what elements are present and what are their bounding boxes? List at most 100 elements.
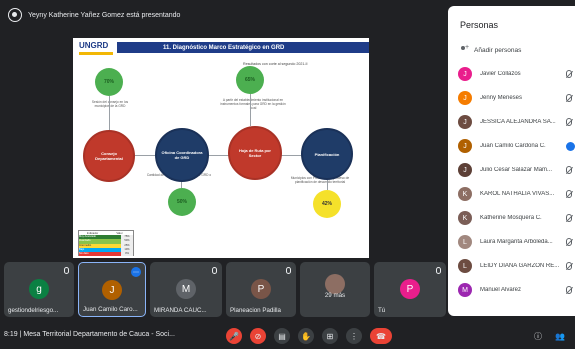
control-bar: 8:19 | Mesa Territorial Departamento de … xyxy=(0,322,575,349)
note-1: Sesión del consejo en los municipios de … xyxy=(91,100,129,108)
more-participants-tile[interactable]: 29 más xyxy=(300,262,370,317)
node-3-label: Hoja de Ruta por Sector xyxy=(238,148,271,158)
slide-header: UNGRD 11. Diagnóstico Marco Estratégico … xyxy=(73,38,369,60)
meet-window: Yeyny Katherine Yañez Gomez está present… xyxy=(0,0,575,349)
more-options-icon[interactable]: ⋯ xyxy=(131,267,141,277)
muted-mic-icon xyxy=(436,267,441,274)
speaking-indicator-icon xyxy=(566,141,575,151)
add-people-button[interactable]: Añadir personas xyxy=(460,44,522,55)
avatar: J xyxy=(458,115,472,129)
participant-tile[interactable]: P Planeacion Padilla xyxy=(226,262,296,317)
person-name: Juan Camilo Cardona C. xyxy=(480,143,546,149)
avatar: K xyxy=(458,211,472,225)
panel-title: Personas xyxy=(460,20,499,30)
person-row[interactable]: J JESSICA ALEJANDRA SA... xyxy=(458,112,575,132)
connector-v4 xyxy=(327,180,328,190)
participant-name: Planeacion Padilla xyxy=(230,307,281,314)
muted-mic-icon xyxy=(566,94,572,102)
percent-circle-2: 50% xyxy=(168,188,196,216)
avatar: M xyxy=(458,283,472,297)
note-3: A partir del establecimiento institucion… xyxy=(220,98,286,110)
node-planificacion: Planificación xyxy=(301,128,353,180)
muted-mic-icon xyxy=(286,267,291,274)
person-name: JESSICA ALEJANDRA SA... xyxy=(480,119,556,125)
people-panel: Personas Añadir personas J Javier Collaz… xyxy=(448,6,575,316)
presenting-banner: Yeyny Katherine Yañez Gomez está present… xyxy=(0,0,448,30)
avatar: L xyxy=(458,235,472,249)
captions-icon[interactable]: ▤ xyxy=(274,328,290,344)
person-row[interactable]: J Jenny Meneses xyxy=(458,88,575,108)
avatar: K xyxy=(458,187,472,201)
muted-mic-icon xyxy=(566,286,572,294)
connector-v1 xyxy=(109,96,110,130)
participant-tiles: g gestiondelriesgo... ⋯ J Juan Camilo Ca… xyxy=(0,262,448,318)
slide-title: 11. Diagnóstico Marco Estratégico en GRD xyxy=(117,42,369,53)
person-row[interactable]: M Manuel Alvarez xyxy=(458,280,575,300)
meeting-time-title: 8:19 | Mesa Territorial Departamento de … xyxy=(4,331,175,338)
participant-tile-active[interactable]: ⋯ J Juan Camilo Caro... xyxy=(78,262,146,317)
person-row[interactable]: J Javier Collazos xyxy=(458,64,575,84)
person-name: Javier Collazos xyxy=(480,71,521,77)
person-name: Jenny Meneses xyxy=(480,95,523,101)
more-options-icon[interactable]: ⋮ xyxy=(346,328,362,344)
person-row[interactable]: J Juan Camilo Cardona C. xyxy=(458,136,575,156)
legend-row-value: 0% xyxy=(121,252,133,257)
avatar: J xyxy=(458,67,472,81)
participant-name: Tú xyxy=(378,307,386,314)
person-name: LEIDY DIANA GARZON RE... xyxy=(480,263,560,269)
avatar: g xyxy=(29,279,49,299)
participant-name: 29 más xyxy=(324,292,346,299)
person-row[interactable]: L LEIDY DIANA GARZON RE... xyxy=(458,256,575,276)
info-icon[interactable]: ⓘ xyxy=(530,328,546,344)
presenting-icon xyxy=(8,8,22,22)
avatar xyxy=(325,274,345,294)
participant-name: gestiondelriesgo... xyxy=(8,307,59,314)
avatar: P xyxy=(251,279,271,299)
person-row[interactable]: K Katherine Mosquera C. xyxy=(458,208,575,228)
person-row[interactable]: J Julio Cesar Salazar Mam... xyxy=(458,160,575,180)
present-screen-icon[interactable]: ⊞ xyxy=(322,328,338,344)
logo-stripe xyxy=(79,52,113,55)
percent-circle-3: 65% xyxy=(236,66,264,94)
person-name: KAROL NATHALIA VIVAS... xyxy=(480,191,555,197)
camera-off-icon[interactable]: ⊘ xyxy=(250,328,266,344)
avatar: M xyxy=(176,279,196,299)
avatar: J xyxy=(458,91,472,105)
muted-mic-icon xyxy=(212,267,217,274)
muted-mic-icon xyxy=(566,190,572,198)
node-hoja-de-ruta: Hoja de Ruta por Sector xyxy=(228,126,282,180)
presentation-stage: UNGRD 11. Diagnóstico Marco Estratégico … xyxy=(0,30,448,260)
participant-name: Juan Camilo Caro... xyxy=(83,306,138,313)
person-name: Katherine Mosquera C. xyxy=(480,215,542,221)
person-name: Julio Cesar Salazar Mam... xyxy=(480,167,553,173)
participant-tile[interactable]: M MIRANDA CAUC... xyxy=(150,262,222,317)
avatar: J xyxy=(102,280,122,300)
avatar: P xyxy=(400,279,420,299)
node-4-label: Planificación xyxy=(314,151,340,157)
participant-tile[interactable]: g gestiondelriesgo... xyxy=(4,262,74,317)
person-row[interactable]: K KAROL NATHALIA VIVAS... xyxy=(458,184,575,204)
shared-slide: UNGRD 11. Diagnóstico Marco Estratégico … xyxy=(73,38,369,258)
legend-table: Indicador Valor Muy Avanzado 75% Avanzado… xyxy=(78,230,134,257)
muted-mic-icon xyxy=(566,262,572,270)
participant-name: MIRANDA CAUC... xyxy=(154,307,207,314)
percent-circle-4: 42% xyxy=(313,190,341,218)
presenting-text: Yeyny Katherine Yañez Gomez está present… xyxy=(28,11,181,19)
person-name: Manuel Alvarez xyxy=(480,287,522,293)
self-tile[interactable]: P Tú xyxy=(374,262,446,317)
node-consejo-departamental: Consejo Departamental xyxy=(83,130,135,182)
legend-row: Sin dato 0% xyxy=(79,252,133,257)
avatar: J xyxy=(458,163,472,177)
muted-mic-icon xyxy=(566,214,572,222)
muted-mic-icon xyxy=(566,238,572,246)
raise-hand-icon[interactable]: ✋ xyxy=(298,328,314,344)
legend-row-label: Sin dato xyxy=(79,252,121,257)
mic-off-icon[interactable]: 🎤 xyxy=(226,328,242,344)
people-icon[interactable]: 👥 xyxy=(552,328,568,344)
node-1-label: Consejo Departamental xyxy=(95,151,123,161)
hang-up-button[interactable]: ☎ xyxy=(370,328,392,344)
muted-mic-icon xyxy=(566,166,572,174)
muted-mic-icon xyxy=(566,118,572,126)
person-row[interactable]: L Laura Margarita Arboleda... xyxy=(458,232,575,252)
add-people-label: Añadir personas xyxy=(474,47,522,54)
